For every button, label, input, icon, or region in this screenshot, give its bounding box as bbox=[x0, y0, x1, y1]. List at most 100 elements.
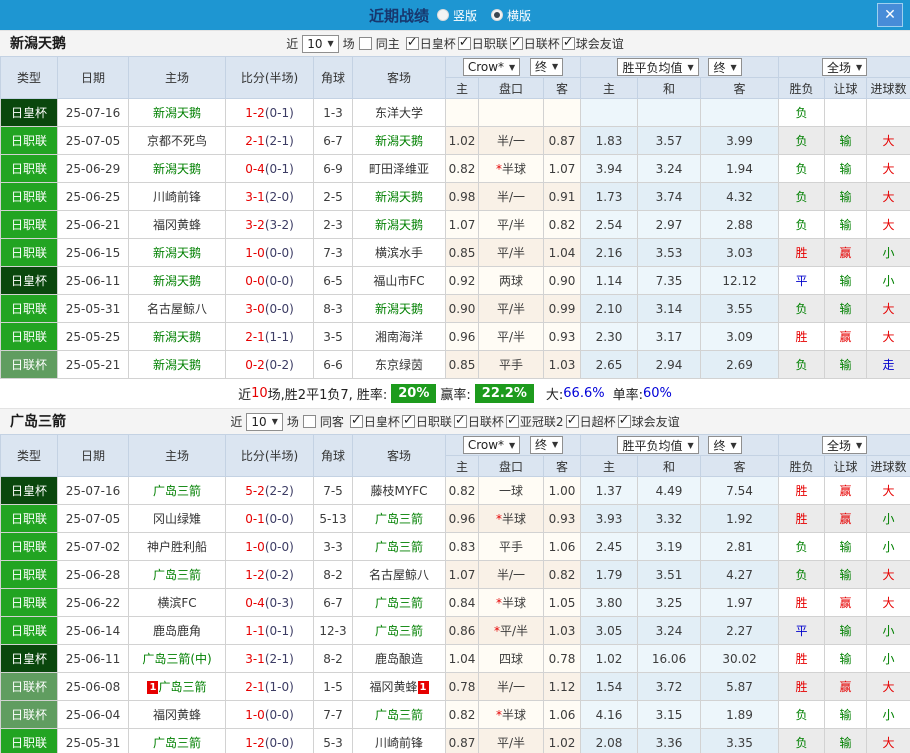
score-cell: 0-2(0-2) bbox=[225, 350, 314, 379]
halftime-score: (2-1) bbox=[264, 651, 294, 666]
col-score: 比分(半场) bbox=[225, 56, 314, 99]
home-team-cell: 新潟天鹅 bbox=[128, 98, 226, 127]
match-row: 日职联 25-05-25 新潟天鹅 2-1(1-1) 3-5 湘南海洋 0.96 平/半 0.9… bbox=[0, 322, 910, 351]
halftime-score: (0-0) bbox=[264, 245, 294, 260]
final-avg-dropdown[interactable]: 终 ▼ bbox=[708, 436, 742, 454]
bookmaker-dropdown[interactable]: Crow* ▼ bbox=[462, 436, 521, 455]
crow-handicap: 四球 bbox=[478, 644, 544, 673]
avg-away-odds: 3.03 bbox=[700, 238, 780, 267]
checkbox-checked-icon[interactable] bbox=[405, 35, 419, 50]
avg-odds-dropdown[interactable]: 胜平负均值 ▼ bbox=[617, 58, 699, 76]
home-team-cell: 广岛三箭 bbox=[128, 728, 226, 753]
match-type-badge: 日职联 bbox=[0, 588, 58, 617]
checkbox-checked-icon[interactable] bbox=[505, 413, 519, 428]
sub-col-handicap: 盘口 bbox=[478, 77, 544, 99]
corner-count: 12-3 bbox=[313, 616, 353, 645]
result-goals: 小 bbox=[866, 238, 910, 267]
home-team-cell: 福冈黄蜂 bbox=[128, 210, 226, 239]
checkbox-checked-icon[interactable] bbox=[617, 413, 631, 428]
crow-away-odds: 1.05 bbox=[542, 588, 582, 617]
chevron-down-icon: ▼ bbox=[730, 62, 737, 72]
crow-away-odds: 1.12 bbox=[542, 672, 582, 701]
result-goals: 小 bbox=[866, 644, 910, 673]
avg-away-odds: 5.87 bbox=[700, 672, 780, 701]
crow-away-odds: 0.82 bbox=[542, 560, 582, 589]
checkbox-checked-icon[interactable] bbox=[349, 413, 363, 428]
league-filter-item: 亚冠联2 bbox=[505, 413, 564, 430]
away-team-name: 广岛三箭 bbox=[374, 512, 423, 526]
same-venue-label: 同主 bbox=[375, 37, 400, 51]
crow-home-odds: 0.98 bbox=[445, 182, 479, 211]
sub-col-let: 让球 bbox=[824, 455, 868, 477]
checkbox-checked-icon[interactable] bbox=[561, 35, 575, 50]
same-venue-checkbox[interactable] bbox=[358, 37, 372, 50]
match-type-badge: 日职联 bbox=[0, 322, 58, 351]
home-team-name: 京都不死鸟 bbox=[146, 134, 207, 148]
score-cell: 3-2(3-2) bbox=[225, 210, 314, 239]
handicap-win-rate-badge: 22.2% bbox=[474, 384, 534, 403]
crow-away-odds: 1.02 bbox=[542, 728, 582, 753]
avg-odds-dropdown[interactable]: 胜平负均值 ▼ bbox=[617, 436, 699, 454]
league-filter-item: 日职联 bbox=[401, 413, 452, 430]
crow-handicap: *半球 bbox=[478, 700, 544, 729]
crow-away-odds: 0.93 bbox=[542, 504, 582, 533]
avg-draw-odds: 7.35 bbox=[637, 266, 702, 295]
checkbox-checked-icon[interactable] bbox=[401, 413, 415, 428]
home-team-cell: 新潟天鹅 bbox=[128, 350, 226, 379]
avg-home-odds: 2.65 bbox=[580, 350, 639, 379]
same-venue-checkbox[interactable] bbox=[302, 415, 316, 428]
fulltime-score: 3-2 bbox=[245, 217, 265, 232]
match-count-select[interactable]: 10 ▼ bbox=[302, 34, 339, 53]
match-row: 日职联 25-05-31 广岛三箭 1-2(0-0) 5-3 川崎前锋 0.87 平/半 1.0… bbox=[0, 728, 910, 753]
avg-away-odds: 1.94 bbox=[700, 154, 780, 183]
checkbox-checked-icon[interactable] bbox=[453, 413, 467, 428]
avg-draw-odds: 3.53 bbox=[637, 238, 702, 267]
crow-away-odds: 1.06 bbox=[542, 700, 582, 729]
final-avg-dropdown[interactable]: 终 ▼ bbox=[708, 58, 742, 76]
crow-home-odds: 1.04 bbox=[445, 644, 479, 673]
checkbox-checked-icon[interactable] bbox=[457, 35, 471, 50]
home-team-name: 神户胜利船 bbox=[146, 540, 207, 554]
result-wdl: 胜 bbox=[778, 672, 826, 701]
home-team-name: 横滨FC bbox=[157, 596, 197, 610]
close-icon[interactable]: ✕ bbox=[877, 3, 903, 27]
avg-home-odds bbox=[580, 98, 639, 127]
halftime-score: (0-0) bbox=[264, 273, 294, 288]
fulltime-score: 0-4 bbox=[245, 595, 265, 610]
avg-away-odds: 1.89 bbox=[700, 700, 780, 729]
match-row: 日联杯 25-06-08 1 广岛三箭 2-1(1-0) 1-5 福冈黄蜂 1 0.78 半/一 1… bbox=[0, 672, 910, 701]
recent-results-window: 近期战绩 竖版 横版 ✕ 新潟天鹅 近 10▼ 场 同主 日皇杯日职联日联杯球会… bbox=[0, 0, 910, 753]
crow-handicap: 平/半 bbox=[478, 238, 544, 267]
fulltime-dropdown[interactable]: 全场 ▼ bbox=[821, 436, 868, 454]
crow-home-odds: 0.85 bbox=[445, 238, 479, 267]
home-team-name: 广岛三箭 bbox=[152, 568, 201, 582]
fulltime-dropdown[interactable]: 全场 ▼ bbox=[821, 58, 868, 76]
sub-col-handicap: 盘口 bbox=[478, 455, 544, 477]
away-team-name: 新潟天鹅 bbox=[374, 134, 423, 148]
team-section-niigata: 新潟天鹅 近 10▼ 场 同主 日皇杯日职联日联杯球会友谊 类型 日期 主场 比… bbox=[0, 30, 910, 408]
checkbox-checked-icon[interactable] bbox=[565, 413, 579, 428]
near-label: 近 bbox=[230, 415, 243, 429]
fulltime-score: 1-2 bbox=[245, 735, 265, 750]
near-label: 近 bbox=[286, 37, 299, 51]
crow-handicap: 半/一 bbox=[478, 672, 544, 701]
corner-count: 6-5 bbox=[313, 266, 353, 295]
result-handicap: 输 bbox=[824, 532, 868, 561]
match-type-badge: 日皇杯 bbox=[0, 476, 58, 505]
match-type-badge: 日职联 bbox=[0, 210, 58, 239]
fulltime-score: 3-1 bbox=[245, 189, 265, 204]
match-count-select[interactable]: 10 ▼ bbox=[246, 412, 283, 431]
avg-home-odds: 3.94 bbox=[580, 154, 639, 183]
crow-away-odds: 1.03 bbox=[542, 616, 582, 645]
horizontal-layout-radio[interactable] bbox=[491, 9, 503, 21]
avg-away-odds: 3.99 bbox=[700, 126, 780, 155]
checkbox-checked-icon[interactable] bbox=[509, 35, 523, 50]
bookmaker-dropdown[interactable]: Crow* ▼ bbox=[462, 58, 521, 77]
avg-away-odds: 2.69 bbox=[700, 350, 780, 379]
result-goals: 大 bbox=[866, 476, 910, 505]
home-team-cell: 广岛三箭(中) bbox=[128, 644, 226, 673]
final-odds-dropdown[interactable]: 终 ▼ bbox=[530, 57, 564, 76]
col-type: 类型 bbox=[0, 434, 58, 477]
final-odds-dropdown[interactable]: 终 ▼ bbox=[530, 435, 564, 454]
vertical-layout-radio[interactable] bbox=[436, 9, 449, 21]
